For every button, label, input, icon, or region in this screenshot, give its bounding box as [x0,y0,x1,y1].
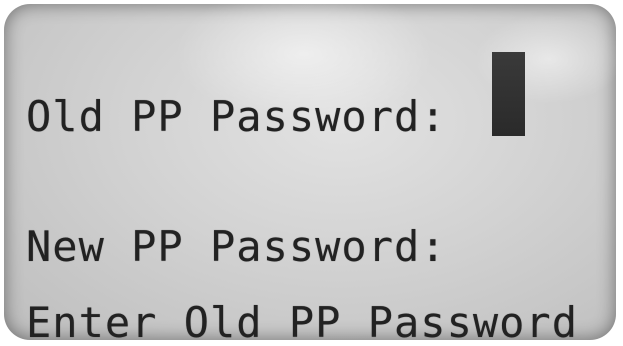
status-prompt: Enter Old PP Password [26,298,579,341]
old-password-label: Old PP Password: [26,92,447,141]
device-frame: Old PP Password: New PP Password: Enter … [0,0,623,346]
lcd-screen: Old PP Password: New PP Password: Enter … [4,4,616,340]
input-cursor[interactable] [492,52,525,136]
new-password-label: New PP Password: [26,222,447,271]
